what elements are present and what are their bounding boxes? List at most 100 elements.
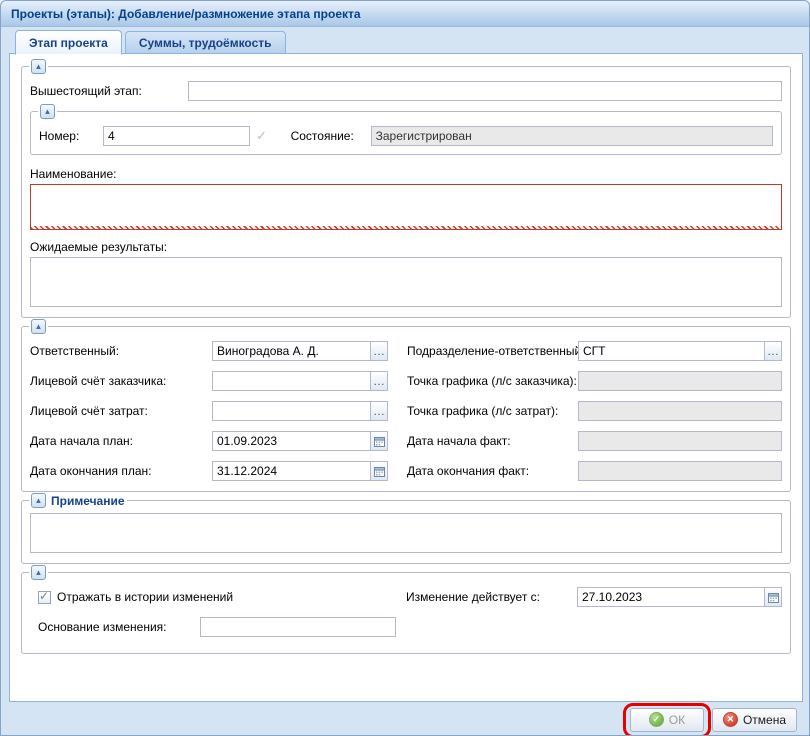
fieldset-number-state: ▲ Номер: ✓ Состояние: (30, 111, 782, 155)
end-date-row: Дата окончания план: Дата окончания факт… (30, 461, 782, 481)
change-effective-date-trigger[interactable] (764, 587, 782, 607)
customer-schedule-point-field (578, 371, 782, 391)
number-label: Номер: (39, 129, 103, 143)
fieldset-note-legend: ▲ Примечание (29, 493, 127, 508)
cost-schedule-point-input (578, 401, 782, 421)
change-reason-row: Основание изменения: (30, 617, 782, 637)
parent-stage-row: Вышестоящий этап: (30, 81, 782, 101)
cost-account-row: Лицевой счёт затрат: … Точка графика (л/… (30, 401, 782, 421)
check-icon: ✓ (254, 128, 270, 144)
form-panel: ▲ Вышестоящий этап: ▲ Номер: ✓ Состояние… (9, 53, 803, 702)
collapse-toggle-icon[interactable]: ▲ (31, 59, 46, 74)
end-date-fact-input (578, 461, 782, 481)
tab-bar: Этап проекта Суммы, трудоёмкость (15, 30, 286, 54)
history-checkbox[interactable]: ✓ (38, 591, 51, 604)
tab-stage-label: Этап проекта (29, 36, 108, 50)
change-reason-label: Основание изменения: (38, 620, 200, 634)
footer-bar: ✓ ОК ✕ Отмена (1, 702, 809, 736)
responsible-lookup-trigger[interactable]: … (370, 341, 388, 361)
customer-account-input[interactable] (212, 371, 371, 391)
title-bar[interactable]: Проекты (этапы): Добавление/размножение … (1, 1, 809, 27)
history-checkbox-zone: ✓ Отражать в истории изменений (30, 590, 387, 604)
history-row: ✓ Отражать в истории изменений Изменение… (30, 587, 782, 607)
end-date-plan-label: Дата окончания план: (30, 464, 212, 478)
calendar-icon (374, 436, 385, 447)
customer-account-field: … (212, 371, 388, 391)
note-textarea[interactable] (30, 513, 782, 553)
checkbox-check-icon: ✓ (39, 589, 49, 603)
end-date-fact-label: Дата окончания факт: (388, 464, 578, 478)
dialog-window: Проекты (этапы): Добавление/размножение … (0, 0, 810, 736)
start-date-fact-label: Дата начала факт: (388, 434, 578, 448)
cancel-button[interactable]: ✕ Отмена (712, 708, 797, 732)
customer-schedule-point-label: Точка графика (л/с заказчика): (388, 374, 578, 388)
fieldset-details-legend: ▲ (29, 319, 48, 334)
fieldset-main-legend: ▲ (29, 59, 48, 74)
department-responsible-label: Подразделение-ответственный: (388, 344, 578, 358)
note-legend-label: Примечание (51, 494, 125, 508)
end-date-plan-trigger[interactable] (370, 461, 388, 481)
customer-schedule-point-input (578, 371, 782, 391)
fieldset-history: ▲ ✓ Отражать в истории изменений Изменен… (21, 572, 791, 654)
cost-account-input[interactable] (212, 401, 371, 421)
ok-button-wrap: ✓ ОК (630, 708, 704, 732)
change-effective-date-input[interactable] (577, 587, 765, 607)
history-checkbox-label: Отражать в истории изменений (57, 590, 233, 604)
change-reason-input[interactable] (200, 617, 396, 637)
expected-results-label: Ожидаемые результаты: (30, 240, 782, 254)
fieldset-number-state-legend: ▲ (38, 104, 57, 119)
calendar-icon (374, 466, 385, 477)
number-input[interactable] (103, 126, 250, 146)
fieldset-main: ▲ Вышестоящий этап: ▲ Номер: ✓ Состояние… (21, 66, 791, 318)
ellipsis-icon: … (373, 344, 385, 358)
tab-sums-label: Суммы, трудоёмкость (139, 36, 272, 50)
responsible-row: Ответственный: … Подразделение-ответстве… (30, 341, 782, 361)
ellipsis-icon: … (767, 344, 779, 358)
change-effective-date-label: Изменение действует с: (387, 590, 577, 604)
window-title: Проекты (этапы): Добавление/размножение … (11, 7, 361, 21)
department-lookup-trigger[interactable]: … (764, 341, 782, 361)
tab-stage[interactable]: Этап проекта (15, 30, 122, 55)
collapse-toggle-icon[interactable]: ▲ (40, 104, 55, 119)
ellipsis-icon: … (373, 404, 385, 418)
collapse-toggle-icon[interactable]: ▲ (31, 493, 46, 508)
start-date-plan-field (212, 431, 388, 451)
collapse-toggle-icon[interactable]: ▲ (31, 319, 46, 334)
expected-results-textarea[interactable] (30, 257, 782, 307)
cost-account-label: Лицевой счёт затрат: (30, 404, 212, 418)
responsible-field: … (212, 341, 388, 361)
name-label: Наименование: (30, 167, 782, 181)
responsible-label: Ответственный: (30, 344, 212, 358)
cost-schedule-point-field (578, 401, 782, 421)
collapse-toggle-icon[interactable]: ▲ (31, 565, 46, 580)
fieldset-history-legend: ▲ (29, 565, 48, 580)
end-date-fact-field (578, 461, 782, 481)
parent-stage-label: Вышестоящий этап: (30, 84, 188, 98)
ok-button-label: ОК (669, 713, 685, 727)
customer-account-row: Лицевой счёт заказчика: … Точка графика … (30, 371, 782, 391)
start-date-fact-input (578, 431, 782, 451)
end-date-plan-input[interactable] (212, 461, 371, 481)
tab-sums[interactable]: Суммы, трудоёмкость (125, 31, 286, 54)
customer-account-lookup-trigger[interactable]: … (370, 371, 388, 391)
ok-button[interactable]: ✓ ОК (630, 708, 704, 732)
start-date-plan-label: Дата начала план: (30, 434, 212, 448)
cost-account-lookup-trigger[interactable]: … (370, 401, 388, 421)
fieldset-note: ▲ Примечание (21, 500, 791, 564)
responsible-input[interactable] (212, 341, 371, 361)
start-date-fact-field (578, 431, 782, 451)
cancel-icon: ✕ (723, 712, 738, 727)
calendar-icon (768, 592, 779, 603)
ok-icon: ✓ (649, 712, 664, 727)
department-responsible-field: … (578, 341, 782, 361)
start-date-plan-input[interactable] (212, 431, 371, 451)
cost-account-field: … (212, 401, 388, 421)
end-date-plan-field (212, 461, 388, 481)
state-label: Состояние: (291, 129, 371, 143)
start-date-plan-trigger[interactable] (370, 431, 388, 451)
parent-stage-input[interactable] (188, 81, 782, 101)
number-state-row: Номер: ✓ Состояние: (39, 126, 773, 146)
name-textarea[interactable] (30, 184, 782, 230)
fieldset-details: ▲ Ответственный: … Подразделение-ответст… (21, 326, 791, 492)
department-responsible-input[interactable] (578, 341, 765, 361)
